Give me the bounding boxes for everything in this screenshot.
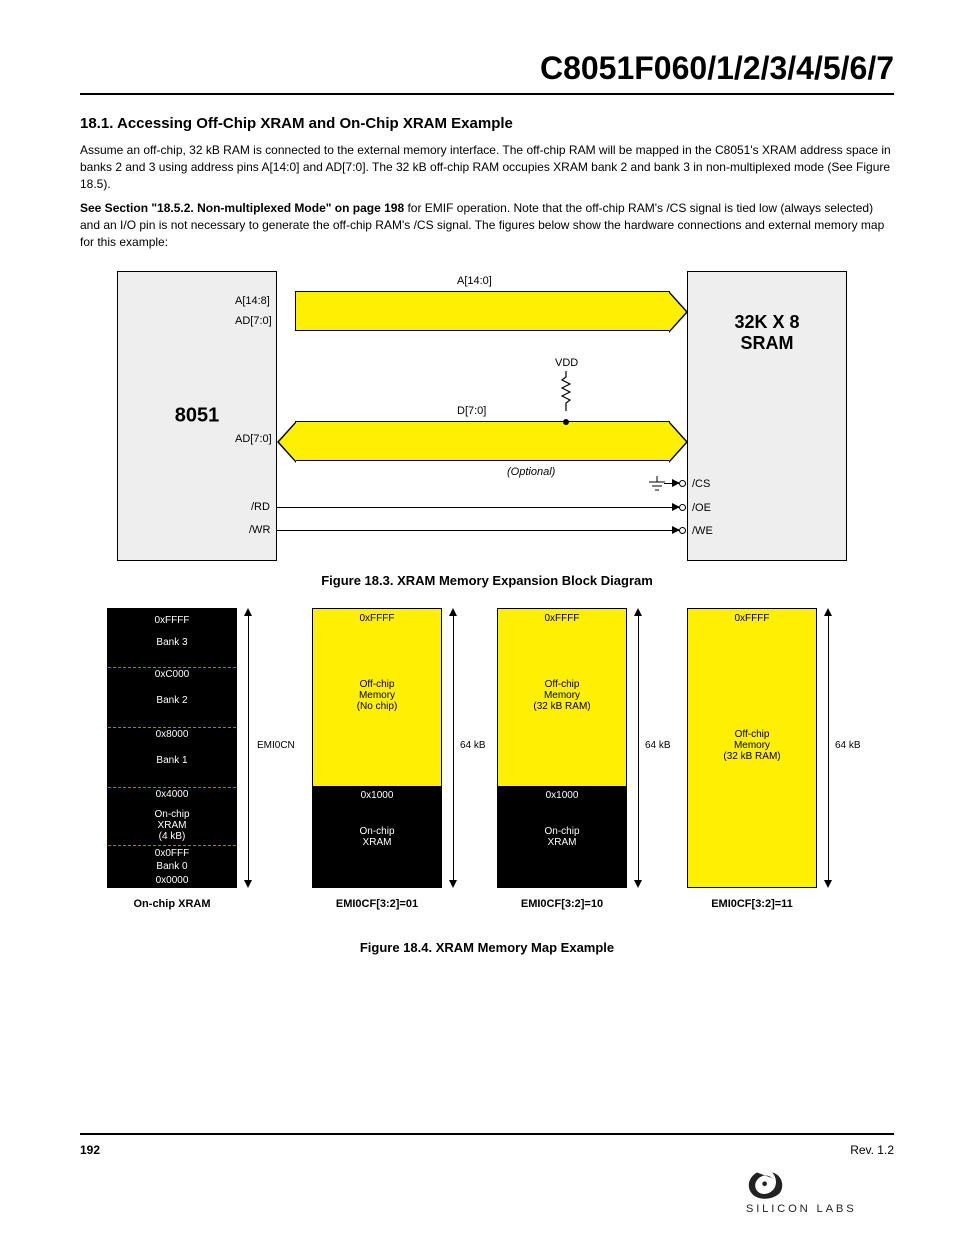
wr-wire — [277, 530, 679, 531]
pane4-bracket-label: 64 kB — [835, 740, 861, 751]
pane3-bracket-label: 64 kB — [645, 740, 671, 751]
oe-bubble — [679, 504, 686, 511]
pane2-gap: 0x1000 — [313, 790, 441, 801]
pane4-title: EMI0CF[3:2]=11 — [672, 898, 832, 910]
xref: See Section "18.5.2. Non-multiplexed Mod… — [80, 201, 407, 215]
block-sram: 32K X 8 SRAM — [687, 271, 847, 561]
footer-rule — [80, 1133, 894, 1135]
pane-onchip: 0xFFFF Bank 3 0xC000 Bank 2 0x8000 Bank … — [107, 608, 237, 888]
pane1-sep3: 0xC000 — [108, 669, 236, 680]
pane2-offchip: Off-chip Memory (No chip) — [313, 679, 441, 712]
figure-18-4: 0xFFFF Bank 3 0xC000 Bank 2 0x8000 Bank … — [97, 608, 877, 928]
oe-arrow-icon — [672, 503, 680, 511]
optional-label: (Optional) — [507, 466, 555, 478]
bank3-sep — [108, 667, 236, 668]
pane4-offchip: Off-chip Memory (32 kB RAM) — [688, 729, 816, 762]
ad7-0-label-2: AD[7:0] — [235, 433, 272, 445]
figure-18-3-caption: Figure 18.3. XRAM Memory Expansion Block… — [80, 573, 894, 588]
we-bubble — [679, 527, 686, 534]
rd-label: /RD — [251, 501, 270, 513]
pane1-sep2: 0x8000 — [108, 729, 236, 740]
pane1-0000: 0x0000 — [108, 875, 236, 886]
pane1-title: On-chip XRAM — [92, 898, 252, 910]
bank1-sep — [108, 787, 236, 788]
part-number: C8051F060/1/2/3/4/5/6/7 — [80, 50, 894, 87]
page-number: 192 — [80, 1143, 100, 1157]
pullup-resistor-icon — [561, 371, 571, 411]
figure-18-4-caption: Figure 18.4. XRAM Memory Map Example — [80, 940, 894, 955]
pane1-0fff: 0x0FFF — [108, 848, 236, 859]
pane1-bracket — [241, 608, 255, 888]
pane2-onchip: On-chip XRAM — [313, 826, 441, 848]
we-arrow-icon — [672, 526, 680, 534]
pullup-node — [563, 419, 569, 425]
pane1-bank3: Bank 3 — [108, 637, 236, 648]
addr-bus-label: A[14:0] — [457, 275, 492, 287]
paragraph-2: See Section "18.5.2. Non-multiplexed Mod… — [80, 200, 894, 250]
pane-emi11: 0xFFFF Off-chip Memory (32 kB RAM) — [687, 608, 817, 888]
pane1-bank2: Bank 2 — [108, 695, 236, 706]
block-8051-label: 8051 — [175, 404, 220, 427]
pane1-head: On-chip XRAM (4 kB) — [108, 809, 236, 842]
bank2-sep — [108, 727, 236, 728]
header-rule — [80, 93, 894, 95]
rd-wire — [277, 507, 679, 508]
pane1-sep1: 0x4000 — [108, 789, 236, 800]
figure-18-3: 8051 32K X 8 SRAM A[14:0] A[14:8] AD[7:0… — [107, 261, 867, 561]
pane3-bracket — [631, 608, 645, 888]
pane1-bank1: Bank 1 — [108, 755, 236, 766]
pane3-offchip: Off-chip Memory (32 kB RAM) — [498, 679, 626, 712]
block-sram-label: 32K X 8 SRAM — [734, 312, 799, 355]
we-label: /WE — [692, 525, 713, 537]
wr-label: /WR — [249, 524, 270, 536]
pane2-title: EMI0CF[3:2]=01 — [297, 898, 457, 910]
data-bus — [295, 421, 670, 461]
cs-bubble — [679, 480, 686, 487]
cs-label: /CS — [692, 478, 710, 490]
pane2-bracket — [446, 608, 460, 888]
pane1-top-addr: 0xFFFF — [108, 615, 236, 626]
address-bus — [295, 291, 670, 331]
cs-arrow-icon — [672, 479, 680, 487]
pane4-top: 0xFFFF — [688, 613, 816, 624]
pane3-title: EMI0CF[3:2]=10 — [482, 898, 642, 910]
paragraph-1: Assume an off-chip, 32 kB RAM is connect… — [80, 142, 894, 192]
data-bus-label: D[7:0] — [457, 405, 486, 417]
pane-emi10: 0xFFFF Off-chip Memory (32 kB RAM) 0x100… — [497, 608, 627, 888]
pane1-bracket-label: EMI0CN — [257, 740, 295, 751]
pane3-onchip: On-chip XRAM — [498, 826, 626, 848]
revision: Rev. 1.2 — [850, 1143, 894, 1157]
pane3-top: 0xFFFF — [498, 613, 626, 624]
ground-icon — [647, 476, 667, 497]
ad7-0-label: AD[7:0] — [235, 315, 272, 327]
pane1-bank0: Bank 0 — [108, 861, 236, 872]
oe-label: /OE — [692, 502, 711, 514]
section-heading: 18.1. Accessing Off-Chip XRAM and On-Chi… — [80, 115, 894, 132]
a14-8-label: A[14:8] — [235, 295, 270, 307]
silicon-labs-logo: SILICON LABS — [744, 1165, 894, 1215]
pane2-top: 0xFFFF — [313, 613, 441, 624]
section-number: 18.1. — [80, 115, 113, 132]
onchip-sep — [108, 845, 236, 846]
logo-text: SILICON LABS — [746, 1203, 857, 1214]
vdd-label: VDD — [555, 357, 578, 369]
section-title-text: Accessing Off-Chip XRAM and On-Chip XRAM… — [117, 115, 513, 132]
pane2-bracket-label: 64 kB — [460, 740, 486, 751]
pane3-gap: 0x1000 — [498, 790, 626, 801]
pane-emi01: 0xFFFF Off-chip Memory (No chip) 0x1000 … — [312, 608, 442, 888]
pane4-bracket — [821, 608, 835, 888]
